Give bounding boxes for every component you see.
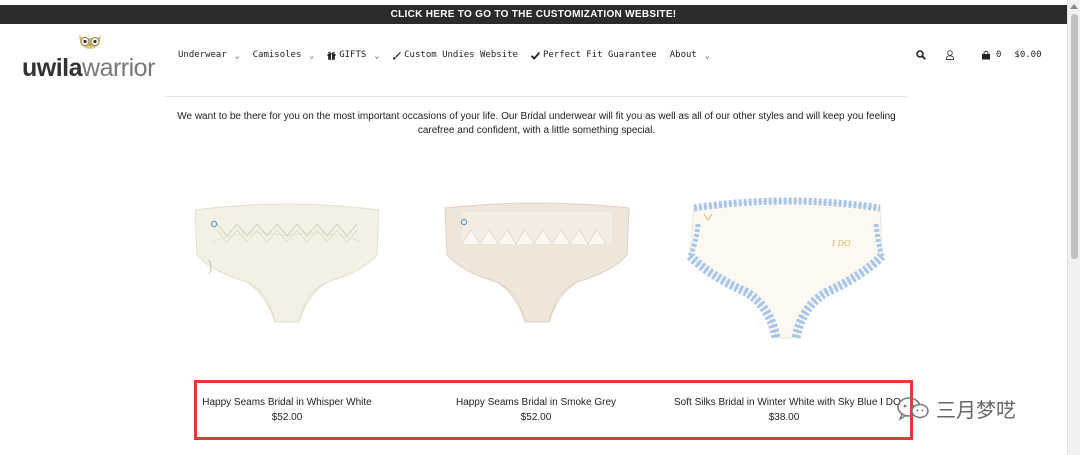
watermark: 三月梦呓 xyxy=(896,394,1016,423)
customization-banner-link[interactable]: CLICK HERE TO GO TO THE CUSTOMIZATION WE… xyxy=(0,5,1067,24)
watermark-text: 三月梦呓 xyxy=(936,398,1016,422)
search-button[interactable] xyxy=(916,50,926,60)
product-price: $52.00 xyxy=(520,412,552,423)
chevron-down-icon: ⌄ xyxy=(234,50,240,60)
nav-item-fit-guarantee[interactable]: Perfect Fit Guarantee xyxy=(530,50,657,60)
search-icon xyxy=(916,50,926,60)
brush-icon xyxy=(393,51,401,60)
header-actions: 0 $0.00 xyxy=(916,47,1042,63)
product-name-link[interactable]: Happy Seams Bridal in Smoke Grey xyxy=(449,396,623,410)
collection-description: We want to be there for you on the most … xyxy=(177,111,896,136)
check-icon xyxy=(530,51,540,60)
nav-item-underwear[interactable]: Underwear ⌄ xyxy=(178,50,240,60)
product-card-smoke-grey: Happy Seams Bridal in Smoke Grey $52.00 xyxy=(449,396,623,425)
nav-item-custom-undies[interactable]: Custom Undies Website xyxy=(392,50,518,60)
nav-item-label: About xyxy=(669,50,697,60)
main-nav: Underwear ⌄ Camisoles ⌄ GIFTS ⌄ Custom U… xyxy=(178,47,723,63)
nav-item-gifts[interactable]: GIFTS ⌄ xyxy=(327,50,379,60)
product-image-whisper-white[interactable] xyxy=(187,200,387,325)
nav-item-camisoles[interactable]: Camisoles ⌄ xyxy=(253,50,315,60)
nav-item-label: Camisoles xyxy=(252,50,302,60)
nav-item-label: Perfect Fit Guarantee xyxy=(542,50,657,60)
shopping-bag-icon xyxy=(982,50,990,60)
gift-icon xyxy=(327,51,336,60)
nav-item-label: GIFTS xyxy=(339,50,367,60)
cart-button[interactable]: 0 $0.00 xyxy=(981,50,1042,60)
product-price: $38.00 xyxy=(768,412,800,423)
logo-text: uwilawarrior xyxy=(22,54,155,82)
scroll-up-arrow-icon[interactable] xyxy=(1070,4,1078,9)
cart-total: $0.00 xyxy=(1014,50,1042,60)
product-image-smoke-grey[interactable] xyxy=(437,200,637,325)
chevron-down-icon: ⌄ xyxy=(374,50,380,60)
nav-item-about[interactable]: About ⌄ xyxy=(670,50,710,60)
product-name-link[interactable]: Soft Silks Bridal in Winter White with S… xyxy=(674,396,901,410)
scrollbar-thumb[interactable] xyxy=(1071,14,1078,259)
product-image-soft-silks[interactable]: I DO xyxy=(682,194,892,344)
product-price: $52.00 xyxy=(271,412,303,423)
nav-item-label: Custom Undies Website xyxy=(404,50,518,60)
chevron-down-icon: ⌄ xyxy=(704,50,710,60)
product-card-whisper-white: Happy Seams Bridal in Whisper White $52.… xyxy=(200,396,374,425)
product-name-link[interactable]: Happy Seams Bridal in Whisper White xyxy=(200,396,374,410)
header-divider xyxy=(165,96,908,97)
wechat-logo-icon xyxy=(897,396,929,421)
product-card-soft-silks: Soft Silks Bridal in Winter White with S… xyxy=(674,396,901,425)
account-button[interactable] xyxy=(945,50,955,60)
nav-item-label: Underwear xyxy=(178,50,227,60)
user-icon xyxy=(945,50,955,60)
cart-count: 0 xyxy=(996,50,1002,60)
page-scrollbar[interactable] xyxy=(1067,0,1080,455)
owl-logo-icon xyxy=(79,35,101,49)
site-logo[interactable]: uwilawarrior xyxy=(22,32,162,82)
svg-text:I DO: I DO xyxy=(831,239,851,248)
chevron-down-icon: ⌄ xyxy=(309,50,315,60)
